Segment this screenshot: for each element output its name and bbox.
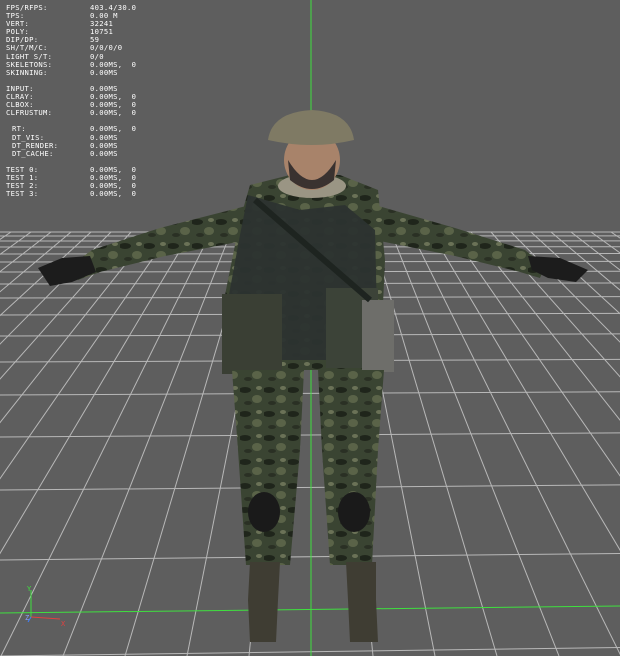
boonie-hat [268, 110, 354, 145]
stat-row: CLFRUSTUM: 0.00MS, 0 [6, 109, 136, 117]
right-leg [318, 370, 384, 565]
stat-value: 0.00MS, 0 [90, 108, 137, 118]
stats-overlay: FPS/RFPS: 403.4/30.0 TPS: 0.00 M VERT: 32241 P… [6, 3, 136, 198]
gizmo-z-label: Z [25, 614, 29, 622]
side-bag [362, 300, 394, 372]
stat-label: SKINNING: [6, 67, 48, 77]
stat-value: 0.00MS, 0 [90, 189, 137, 199]
stat-row: DT_CACHE: 0.00MS [6, 148, 136, 158]
vest-pouches [222, 294, 282, 374]
stat-row: SKINNING: 0.00MS [6, 67, 136, 77]
stat-row: TEST 3: 0.00MS, 0 [6, 190, 136, 198]
stat-label: CLFRUSTUM: [6, 108, 53, 118]
right-glove [528, 256, 588, 282]
right-boot [346, 562, 378, 642]
stat-label: DT_CACHE: [12, 148, 54, 158]
right-knee-pad [338, 492, 370, 532]
x-axis-line [0, 605, 620, 614]
right-arm [375, 205, 545, 278]
left-arm [70, 205, 250, 280]
left-leg [232, 370, 304, 565]
stat-value: 0.00MS [90, 148, 118, 158]
3d-viewport[interactable]: Y Z X FPS/RFPS: 403.4/30.0 TPS: 0.00 M VERT:… [0, 0, 620, 656]
stat-label: TEST 3: [6, 189, 39, 199]
axis-gizmo: Y Z X [25, 585, 66, 628]
stat-value: 0.00MS [90, 67, 118, 77]
left-boot [248, 562, 280, 642]
gizmo-x-label: X [61, 620, 66, 628]
left-knee-pad [248, 492, 280, 532]
